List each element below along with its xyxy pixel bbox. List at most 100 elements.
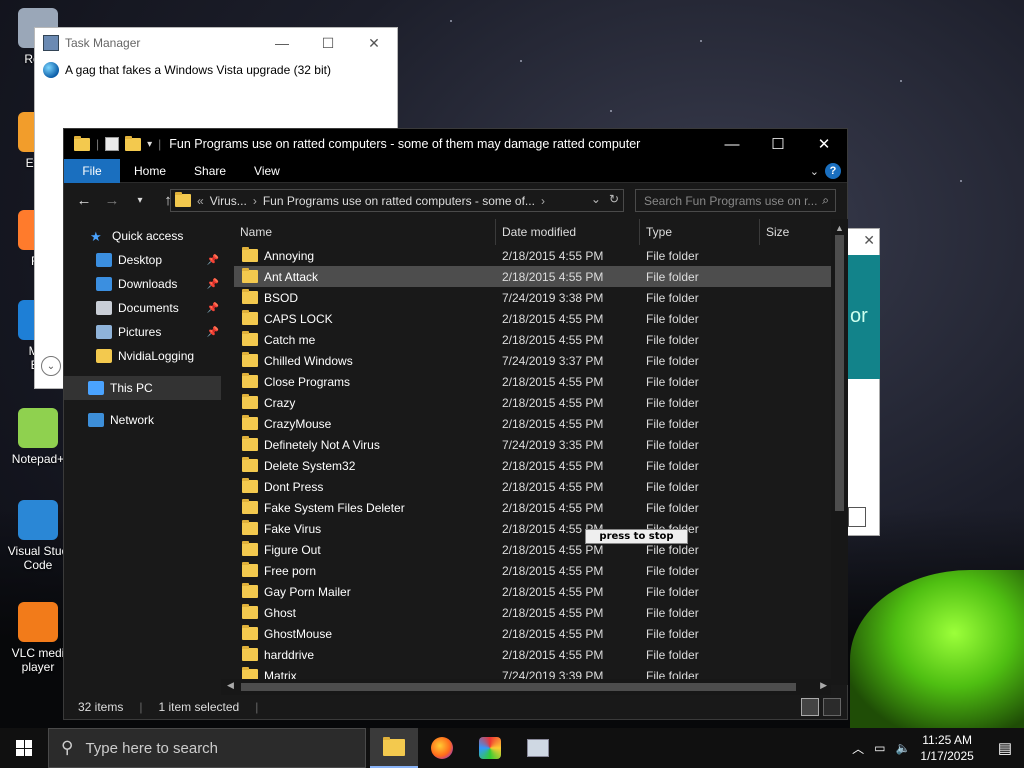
- table-row[interactable]: Gay Porn Mailer 2/18/2015 4:55 PM File fol…: [234, 581, 832, 602]
- nav-network[interactable]: Network: [64, 408, 221, 432]
- taskbar-search[interactable]: ⚲ Type here to search: [48, 728, 366, 768]
- back-arrow-icon[interactable]: ←: [72, 188, 96, 212]
- table-row[interactable]: Catch me 2/18/2015 4:55 PM File folder: [234, 329, 832, 350]
- task-manager-icon[interactable]: [514, 728, 562, 768]
- minimize-button[interactable]: —: [709, 129, 755, 159]
- cell-type: File folder: [646, 290, 699, 305]
- start-button[interactable]: [0, 728, 48, 768]
- table-row[interactable]: Annoying 2/18/2015 4:55 PM File folder: [234, 245, 832, 266]
- breadcrumb-current[interactable]: Fun Programs use on ratted computers - s…: [263, 194, 535, 208]
- close-button[interactable]: ✕: [351, 28, 397, 58]
- table-row[interactable]: Chilled Windows 7/24/2019 3:37 PM File fol…: [234, 350, 832, 371]
- breadcrumb-separator-icon[interactable]: ›: [253, 194, 257, 208]
- tab-file[interactable]: File: [64, 158, 120, 183]
- cell-name: Chilled Windows: [234, 352, 496, 368]
- address-bar[interactable]: « Virus... › Fun Programs use on ratted …: [170, 189, 624, 212]
- search-box[interactable]: Search Fun Programs use on r... ⌕: [635, 189, 836, 212]
- tab-share[interactable]: Share: [180, 159, 240, 183]
- status-separator: |: [255, 700, 259, 714]
- nav-this-pc[interactable]: This PC: [64, 376, 221, 400]
- column-type[interactable]: Type: [640, 219, 760, 245]
- close-button[interactable]: ✕: [801, 129, 847, 159]
- column-name[interactable]: Name: [234, 219, 496, 245]
- scroll-thumb[interactable]: [835, 235, 844, 511]
- horizontal-scrollbar[interactable]: ◀ ▶: [221, 679, 831, 695]
- nav-quick-access[interactable]: ★ Quick access: [64, 224, 221, 248]
- search-icon[interactable]: ⌕: [822, 193, 829, 208]
- more-details-chevron-icon[interactable]: ⌄: [41, 356, 61, 376]
- help-icon[interactable]: ?: [825, 163, 841, 179]
- volume-muted-icon[interactable]: 🔈: [895, 741, 910, 755]
- tab-view[interactable]: View: [240, 159, 294, 183]
- table-row[interactable]: harddrive 2/18/2015 4:55 PM File folder: [234, 644, 832, 665]
- table-row[interactable]: Dont Press 2/18/2015 4:55 PM File folder: [234, 476, 832, 497]
- sidebar-item-documents[interactable]: Documents 📌: [64, 296, 221, 320]
- maximize-button[interactable]: ☐: [755, 129, 801, 159]
- firefox-icon[interactable]: [418, 728, 466, 768]
- process-row[interactable]: A gag that fakes a Windows Vista upgrade…: [35, 58, 397, 82]
- sidebar-item-nvidialogging[interactable]: NvidiaLogging: [64, 344, 221, 368]
- maximize-button[interactable]: ☐: [305, 28, 351, 58]
- customize-toolbar-icon[interactable]: ▾: [147, 139, 152, 150]
- cell-type: File folder: [646, 269, 699, 284]
- large-icons-view-icon[interactable]: [823, 698, 841, 716]
- table-row[interactable]: Free porn 2/18/2015 4:55 PM File folder: [234, 560, 832, 581]
- network-icon[interactable]: ▭: [874, 741, 885, 755]
- file-explorer-window[interactable]: | ▾ | Fun Programs use on ratted compute…: [63, 128, 848, 720]
- table-row[interactable]: Delete System32 2/18/2015 4:55 PM File fol…: [234, 455, 832, 476]
- table-row[interactable]: Ghost 2/18/2015 4:55 PM File folder: [234, 602, 832, 623]
- breadcrumb-virus[interactable]: Virus...: [210, 194, 247, 208]
- refresh-icon[interactable]: ↻: [609, 192, 619, 206]
- file-list: ^ Name Date modified Type Size Annoying 2…: [234, 219, 832, 687]
- pin-icon[interactable]: 📌: [207, 327, 219, 338]
- column-size[interactable]: Size: [760, 219, 832, 245]
- table-row[interactable]: CAPS LOCK 2/18/2015 4:55 PM File folder: [234, 308, 832, 329]
- cell-name: Fake Virus: [234, 520, 496, 536]
- tab-home[interactable]: Home: [120, 159, 180, 183]
- forward-arrow-icon[interactable]: →: [100, 188, 124, 212]
- properties-icon[interactable]: [105, 137, 120, 151]
- pin-icon[interactable]: 📌: [207, 279, 219, 290]
- table-row[interactable]: Close Programs 2/18/2015 4:55 PM File fold…: [234, 371, 832, 392]
- table-row[interactable]: Fake System Files Deleter 2/18/2015 4:55 …: [234, 497, 832, 518]
- scroll-up-icon[interactable]: ▲: [835, 223, 844, 233]
- app-icon[interactable]: [466, 728, 514, 768]
- overflow-chevron[interactable]: «: [197, 194, 204, 208]
- new-folder-icon[interactable]: [125, 135, 142, 151]
- process-name: A gag that fakes a Windows Vista upgrade…: [65, 63, 331, 77]
- scroll-right-icon[interactable]: ▶: [820, 680, 827, 691]
- table-row[interactable]: Figure Out 2/18/2015 4:55 PM File folder: [234, 539, 832, 560]
- minimize-button[interactable]: —: [259, 28, 305, 58]
- table-row[interactable]: CrazyMouse 2/18/2015 4:55 PM File folder: [234, 413, 832, 434]
- close-icon[interactable]: ✕: [863, 233, 875, 249]
- pin-icon[interactable]: 📌: [207, 303, 219, 314]
- table-row[interactable]: Definetely Not A Virus 7/24/2019 3:35 PM F…: [234, 434, 832, 455]
- notifications-icon[interactable]: ▤: [998, 739, 1012, 757]
- sidebar-item-downloads[interactable]: Downloads 📌: [64, 272, 221, 296]
- breadcrumb-separator-icon[interactable]: ›: [541, 194, 545, 208]
- pin-icon[interactable]: 📌: [207, 255, 219, 266]
- show-hidden-icons-chevron-icon[interactable]: ︿: [852, 740, 864, 757]
- vertical-scrollbar[interactable]: ▲: [831, 219, 848, 685]
- column-date-modified[interactable]: Date modified: [496, 219, 640, 245]
- recent-locations-chevron-icon[interactable]: ▾: [128, 188, 152, 212]
- dialog-checkbox[interactable]: [848, 507, 866, 527]
- explorer-titlebar[interactable]: | ▾ | Fun Programs use on ratted compute…: [64, 129, 847, 159]
- table-row[interactable]: GhostMouse 2/18/2015 4:55 PM File folder: [234, 623, 832, 644]
- sidebar-item-pictures[interactable]: Pictures 📌: [64, 320, 221, 344]
- table-row[interactable]: Fake Virus2/18/2015 4:55 PMFile folder: [234, 518, 832, 539]
- table-row[interactable]: BSOD 7/24/2019 3:38 PM File folder: [234, 287, 832, 308]
- expand-ribbon-chevron-icon[interactable]: ⌄: [810, 165, 819, 178]
- table-row[interactable]: Ant Attack 2/18/2015 4:55 PM File folder: [234, 266, 832, 287]
- background-dialog[interactable]: ✕ or: [845, 228, 880, 536]
- scroll-left-icon[interactable]: ◀: [227, 680, 234, 691]
- sidebar-item-desktop[interactable]: Desktop 📌: [64, 248, 221, 272]
- press-to-stop-button[interactable]: press to stop: [585, 529, 688, 544]
- clock[interactable]: 11:25 AM 1/17/2025: [920, 732, 973, 764]
- table-row[interactable]: Crazy 2/18/2015 4:55 PM File folder: [234, 392, 832, 413]
- details-view-icon[interactable]: [801, 698, 819, 716]
- scroll-thumb[interactable]: [241, 683, 796, 691]
- address-dropdown-chevron-icon[interactable]: ⌄: [591, 192, 601, 206]
- date: 1/17/2025: [920, 749, 974, 763]
- file-explorer-icon[interactable]: [370, 728, 418, 768]
